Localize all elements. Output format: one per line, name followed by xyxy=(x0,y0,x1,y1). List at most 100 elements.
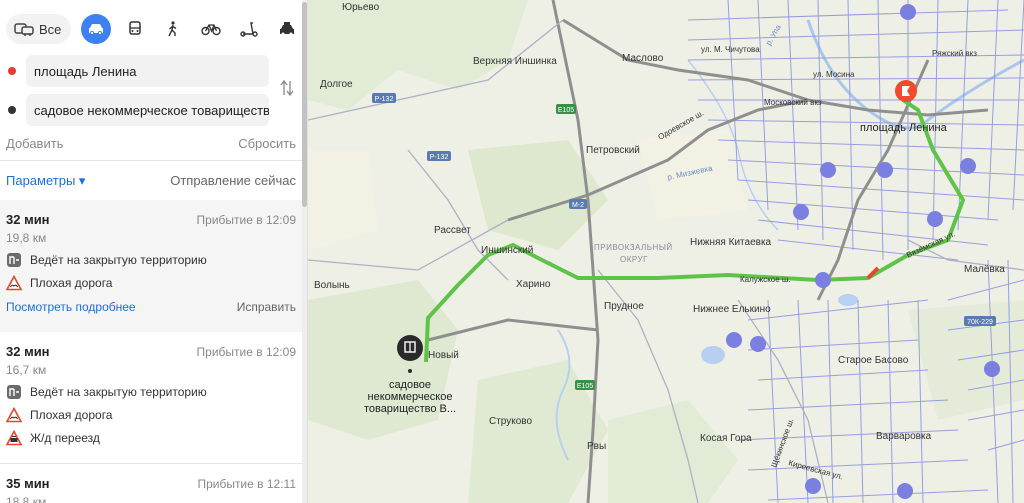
car-icon xyxy=(89,24,104,36)
destination-label: площадь Ленина xyxy=(860,122,948,134)
warning-text: Ведёт на закрытую территорию xyxy=(30,385,207,399)
road-shield-r132a: Р-132 xyxy=(372,93,396,103)
warning-rail-crossing: Ж/д переезд xyxy=(6,430,296,446)
place-label: Прудное xyxy=(604,301,644,312)
place-label: Петровский xyxy=(586,145,640,156)
mode-bicycle-button[interactable] xyxy=(197,15,225,43)
scooter-icon xyxy=(240,22,259,37)
place-label: Нижняя Китаевка xyxy=(690,237,772,248)
map-svg: Р-132 Р-132 E105 М-2 E105 70К-229 Юрьево… xyxy=(308,0,1024,503)
waypoint-actions: Добавить Сбросить xyxy=(6,136,296,151)
from-field[interactable]: площадь Ленина xyxy=(26,55,269,87)
svg-text:E105: E105 xyxy=(558,107,574,114)
destination-dot xyxy=(8,106,16,114)
place-label: Малёвка xyxy=(964,264,1005,275)
warning-text: Плохая дорога xyxy=(30,408,113,422)
taxi-icon xyxy=(280,22,295,36)
origin-label: садовое xyxy=(389,379,431,391)
route-distance: 16,7 км xyxy=(6,363,47,377)
place-label: Долгое xyxy=(320,79,353,90)
fix-link[interactable]: Исправить xyxy=(237,300,296,314)
mode-scooter-button[interactable] xyxy=(235,15,263,43)
route-option-3[interactable]: 35 мин Прибытие в 12:11 18,8 км xyxy=(0,464,302,503)
route-option-2[interactable]: 32 мин Прибытие в 12:09 16,7 км Ведёт на… xyxy=(0,332,302,463)
bicycle-icon xyxy=(201,24,222,36)
route-time: 32 мин xyxy=(6,212,50,227)
street-label: Калужское ш. xyxy=(740,275,791,284)
mode-all-label: Все xyxy=(39,21,62,37)
road-shield-k229: 70К-229 xyxy=(964,316,996,326)
route-time: 35 мин xyxy=(6,476,50,491)
place-label: Новый xyxy=(428,350,459,361)
place-label: Рвы xyxy=(587,441,606,452)
divider xyxy=(0,160,302,161)
details-link[interactable]: Посмотреть подробнее xyxy=(6,300,136,314)
swap-icon[interactable] xyxy=(280,79,294,97)
lake xyxy=(701,346,725,364)
place-label: Верхняя Иншинка xyxy=(473,56,557,67)
mode-taxi-button[interactable] xyxy=(273,15,301,43)
street-label: ул. М. Чичутова xyxy=(701,45,760,54)
pedestrian-icon xyxy=(168,21,177,37)
route-arrival: Прибытие в 12:09 xyxy=(196,345,296,359)
warning-bad-road: Плохая дорога xyxy=(6,275,296,291)
road-shield-m2: М-2 xyxy=(569,199,587,209)
departure-selector[interactable]: Отправление сейчас xyxy=(170,173,296,189)
place-label: Маслово xyxy=(622,53,664,64)
warning-text: Ж/д переезд xyxy=(30,431,100,445)
from-value: площадь Ленина xyxy=(34,63,137,79)
params-row: Параметры ▾ Отправление сейчас xyxy=(6,173,296,189)
road-shield-e105b: E105 xyxy=(575,380,595,390)
reset-button[interactable]: Сбросить xyxy=(238,136,296,151)
place-label: Рассвет xyxy=(434,225,471,236)
to-field[interactable]: садовое некоммерческое товарищество... xyxy=(26,94,269,126)
origin-dot xyxy=(8,67,16,75)
svg-text:70К-229: 70К-229 xyxy=(967,319,993,326)
lake xyxy=(838,294,858,306)
place-label: Струково xyxy=(489,416,533,427)
warning-text: Ведёт на закрытую территорию xyxy=(30,253,207,267)
station-label: Ряжский вкз xyxy=(932,49,977,58)
warning-closed-territory: Ведёт на закрытую территорию xyxy=(6,252,296,268)
route-distance: 19,8 км xyxy=(6,231,47,245)
district-label: ОКРУГ xyxy=(620,255,648,264)
mode-bus-button[interactable] xyxy=(121,15,149,43)
rail-crossing-icon xyxy=(6,430,22,446)
route-distance: 18,8 км xyxy=(6,495,47,503)
svg-text:Р-132: Р-132 xyxy=(430,154,449,161)
mode-all-button[interactable]: Все xyxy=(6,14,72,44)
place-label: Волынь xyxy=(314,280,350,291)
station-label: Московский вкз xyxy=(764,98,822,107)
place-label: Иншинский xyxy=(481,245,533,256)
place-label: Юрьево xyxy=(342,2,380,13)
mode-pedestrian-button[interactable] xyxy=(159,15,187,43)
panel-scrollbar[interactable] xyxy=(302,0,307,503)
svg-text:Р-132: Р-132 xyxy=(375,96,394,103)
route-arrival: Прибытие в 12:09 xyxy=(196,213,296,227)
place-label: Харино xyxy=(516,279,551,290)
destination-marker[interactable] xyxy=(895,80,917,102)
route-time: 32 мин xyxy=(6,344,50,359)
transport-modes: Все xyxy=(6,14,301,44)
route-option-1[interactable]: 32 мин Прибытие в 12:09 19,8 км Ведёт на… xyxy=(0,200,302,332)
closed-territory-icon xyxy=(6,252,22,268)
warning-bad-road: Плохая дорога xyxy=(6,407,296,423)
origin-label: некоммерческое xyxy=(368,391,453,403)
closed-territory-icon xyxy=(6,384,22,400)
warning-closed-territory: Ведёт на закрытую территорию xyxy=(6,384,296,400)
bad-road-icon xyxy=(6,275,22,291)
to-value: садовое некоммерческое товарищество... xyxy=(34,102,269,118)
route-arrival: Прибытие в 12:11 xyxy=(197,477,296,491)
bad-road-icon xyxy=(6,407,22,423)
map-canvas[interactable]: Р-132 Р-132 E105 М-2 E105 70К-229 Юрьево… xyxy=(308,0,1024,503)
road-shield-e105a: E105 xyxy=(556,104,576,114)
add-button[interactable]: Добавить xyxy=(6,136,63,151)
warning-text: Плохая дорога xyxy=(30,276,113,290)
place-label: Варваровка xyxy=(876,431,932,442)
place-label: Косая Гора xyxy=(700,433,752,444)
mode-car-button[interactable] xyxy=(81,14,112,44)
scrollbar-thumb[interactable] xyxy=(302,2,307,207)
params-dropdown[interactable]: Параметры ▾ xyxy=(6,173,85,189)
route-panel: Все площадь Ленина садовое некоммерческо… xyxy=(0,0,308,503)
svg-text:М-2: М-2 xyxy=(572,202,584,209)
